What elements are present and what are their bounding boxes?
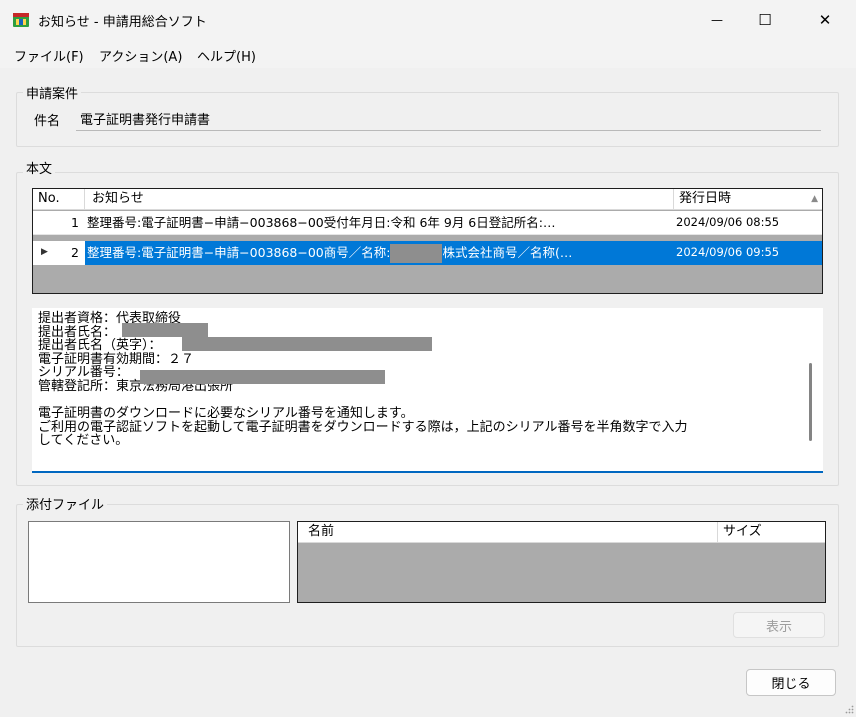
- redacted-name-english: [182, 337, 432, 351]
- notices-grid[interactable]: No. お知らせ 発行日時 ▲ 1 整理番号:電子証明書−申請−003868−0…: [32, 188, 823, 294]
- subject-field[interactable]: 電子証明書発行申請書: [76, 107, 821, 131]
- minimize-button[interactable]: —: [694, 0, 740, 40]
- app-icon: [13, 13, 29, 27]
- redacted-name: [390, 244, 443, 263]
- row-notice: 整理番号:電子証明書−申請−003868−00受付年月日:令和 6年 9月 6日…: [85, 211, 674, 235]
- message-text-area[interactable]: 提出者資格：代表取締役 提出者氏名： 提出者氏名（英字）： 電子証明書有効期間：…: [32, 308, 823, 473]
- maximize-icon: ☐: [758, 11, 772, 29]
- row-notice-text: 整理番号:電子証明書−申請−003868−00受付年月日:令和 6年 9月 6日…: [87, 215, 556, 230]
- subject-label: 件名: [34, 114, 61, 129]
- view-button[interactable]: 表示: [733, 612, 825, 638]
- row-notice-text: 整理番号:電子証明書−申請−003868−00商号／名称:: [87, 245, 391, 260]
- close-button[interactable]: 閉じる: [746, 669, 836, 696]
- menu-action[interactable]: アクション(A): [99, 46, 182, 65]
- column-header-notice[interactable]: お知らせ: [85, 189, 674, 210]
- row-date: 2024/09/06 08:55: [676, 215, 780, 229]
- menu-bar: ファイル(F) アクション(A) ヘルプ(H): [0, 40, 856, 68]
- redacted-serial-number: [140, 370, 385, 384]
- grid-header: No. お知らせ 発行日時 ▲: [33, 189, 822, 210]
- message-line: 電子証明書有効期間：２７: [38, 351, 195, 367]
- row-notice: 整理番号:電子証明書−申請−003868−00商号／名称: 株式会社商号／名称(…: [85, 241, 674, 265]
- column-header-name[interactable]: 名前: [298, 522, 718, 543]
- row-no: 1: [71, 215, 79, 230]
- message-line: ご利用の電子認証ソフトを起動して電子証明書をダウンロードする際は，上記のシリアル…: [38, 419, 688, 435]
- table-row-selected[interactable]: ▶ 2 整理番号:電子証明書−申請−003868−00商号／名称: 株式会社商号／…: [33, 241, 822, 265]
- attachments-group-label: 添付ファイル: [23, 494, 108, 513]
- resize-grip-icon[interactable]: [844, 705, 854, 715]
- column-header-no[interactable]: No.: [33, 189, 85, 210]
- message-line: 電子証明書のダウンロードに必要なシリアル番号を通知します。: [38, 406, 414, 422]
- menu-help[interactable]: ヘルプ(H): [197, 46, 256, 65]
- table-row[interactable]: 1 整理番号:電子証明書−申請−003868−00受付年月日:令和 6年 9月 …: [33, 211, 822, 235]
- row-header-cell: ▶ 2: [33, 241, 85, 265]
- maximize-button[interactable]: ☐: [742, 0, 788, 40]
- current-row-pointer-icon: ▶: [41, 247, 48, 257]
- window-title: お知らせ - 申請用総合ソフト: [38, 15, 207, 30]
- scrollbar-thumb[interactable]: [809, 363, 812, 441]
- menu-file[interactable]: ファイル(F): [14, 46, 84, 65]
- sort-ascending-icon: ▲: [811, 194, 818, 204]
- body-group-label: 本文: [23, 158, 56, 177]
- column-header-date-label: 発行日時: [679, 191, 732, 206]
- close-icon: ✕: [818, 11, 832, 29]
- message-line: してください。: [38, 433, 129, 449]
- row-no: 2: [71, 245, 79, 260]
- case-group-label: 申請案件: [23, 83, 82, 102]
- title-bar: お知らせ - 申請用総合ソフト — ☐ ✕: [0, 0, 856, 40]
- minimize-icon: —: [711, 13, 723, 27]
- column-header-date[interactable]: 発行日時 ▲: [674, 189, 822, 210]
- row-notice-text-rest: 株式会社商号／名称(…: [442, 245, 573, 260]
- row-date: 2024/09/06 09:55: [676, 245, 780, 259]
- attachment-folder-list[interactable]: [28, 521, 290, 603]
- column-header-size[interactable]: サイズ: [718, 522, 825, 543]
- attachments-grid-header: 名前 サイズ: [298, 522, 825, 543]
- close-window-button[interactable]: ✕: [802, 0, 848, 40]
- attachments-grid[interactable]: 名前 サイズ: [297, 521, 826, 603]
- redacted-name: [122, 323, 208, 337]
